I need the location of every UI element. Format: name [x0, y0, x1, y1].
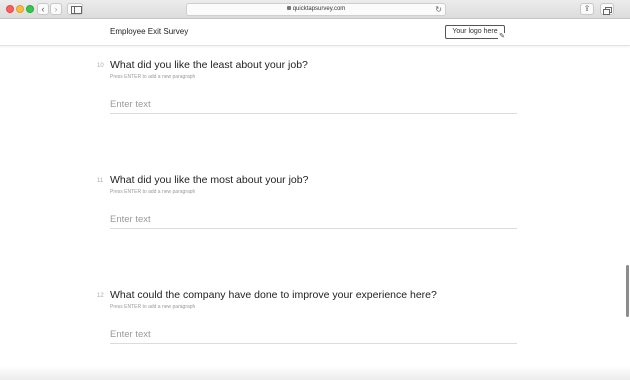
url-text: quicktapsurvey.com [292, 6, 346, 12]
answer-input[interactable] [110, 211, 517, 229]
tab-overview-icon[interactable] [600, 3, 614, 15]
survey-title: Employee Exit Survey [110, 27, 189, 36]
question-number: 12 [97, 293, 104, 299]
reload-icon[interactable]: ↻ [435, 4, 442, 15]
answer-input[interactable] [110, 96, 517, 114]
browser-toolbar: ‹ › quicktapsurvey.com ↻ ⇪ [0, 0, 630, 19]
question-text: What could the company have done to impr… [110, 289, 437, 301]
logo-placeholder-label: Your logo here [452, 28, 498, 35]
question-hint: Press ENTER to add a new paragraph [110, 304, 196, 310]
forward-button[interactable]: › [50, 3, 62, 15]
survey-header: Employee Exit Survey Your logo here ✎ [0, 19, 630, 46]
bottom-edge [0, 366, 630, 380]
edit-icon[interactable]: ✎ [498, 33, 506, 41]
zoom-window-button[interactable] [26, 5, 34, 13]
lock-icon [286, 6, 291, 10]
back-button[interactable]: ‹ [37, 3, 49, 15]
scrollbar[interactable] [626, 265, 629, 317]
answer-input[interactable] [110, 326, 517, 344]
sidebar-toggle-icon[interactable] [67, 3, 83, 15]
share-icon[interactable]: ⇪ [580, 3, 594, 15]
address-bar[interactable]: quicktapsurvey.com ↻ [186, 3, 446, 16]
question-number: 11 [97, 178, 104, 184]
question-hint: Press ENTER to add a new paragraph [110, 74, 196, 80]
question-number: 10 [97, 63, 104, 69]
logo-placeholder[interactable]: Your logo here ✎ [445, 25, 506, 41]
question-hint: Press ENTER to add a new paragraph [110, 189, 196, 195]
question-text: What did you like the most about your jo… [110, 174, 309, 186]
minimize-window-button[interactable] [16, 5, 24, 13]
question-text: What did you like the least about your j… [110, 59, 308, 71]
close-window-button[interactable] [6, 5, 14, 13]
